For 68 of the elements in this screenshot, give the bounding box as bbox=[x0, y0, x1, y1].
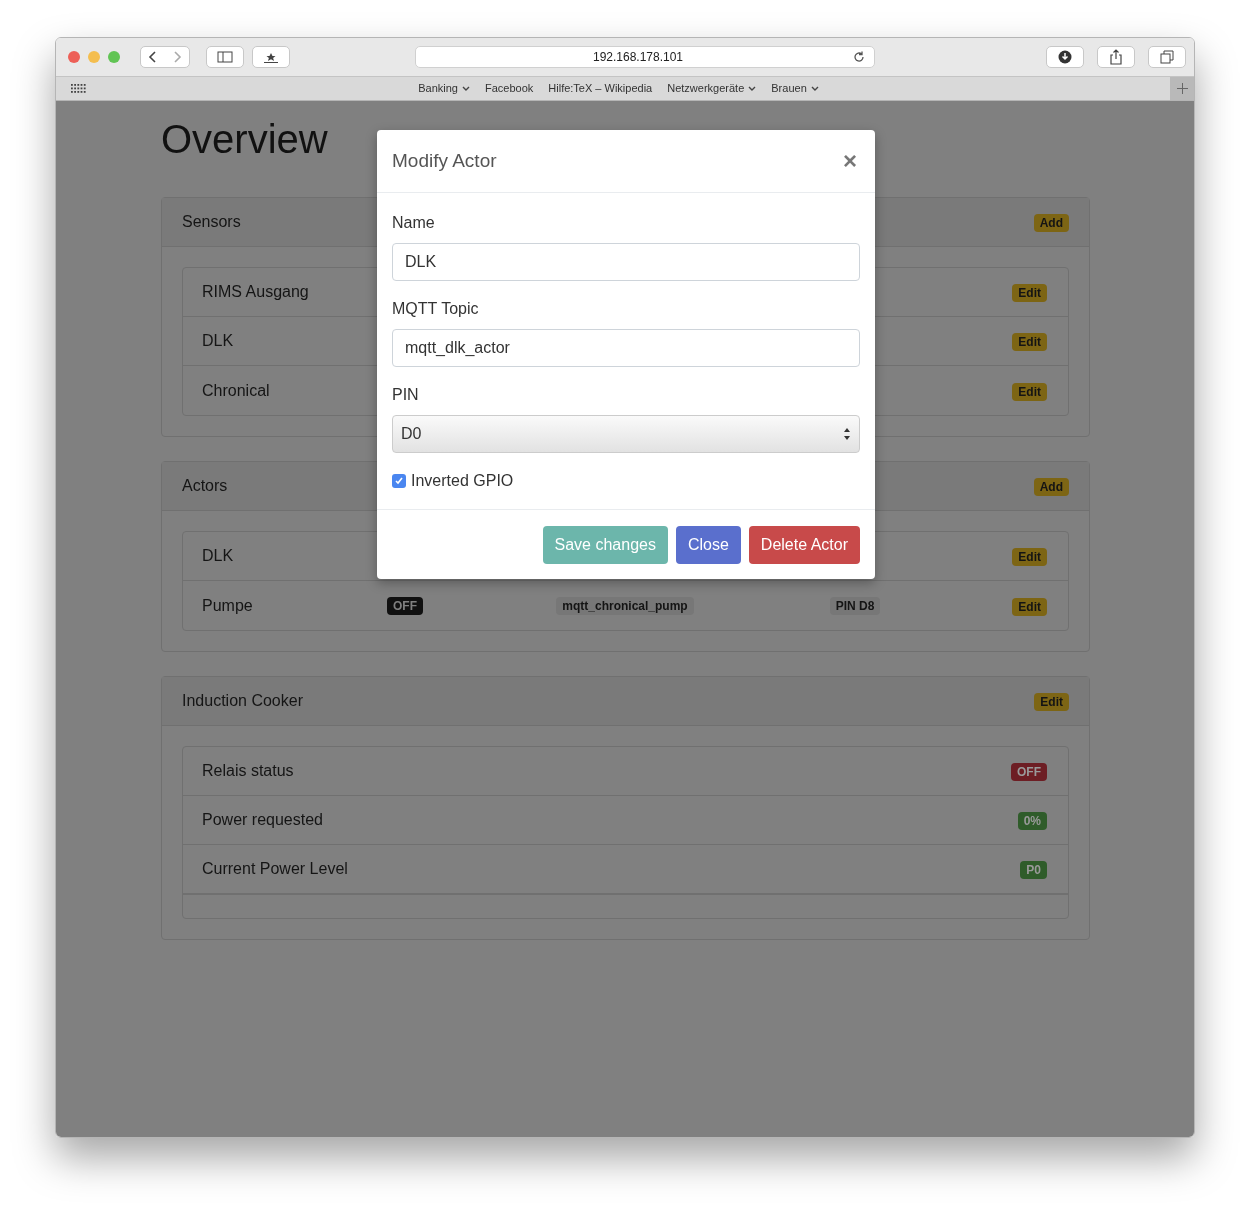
sidebar-button[interactable] bbox=[206, 46, 244, 68]
row-label: DLK bbox=[202, 546, 235, 566]
bookmark-item[interactable]: Facebook bbox=[485, 80, 534, 97]
field-label: Name bbox=[392, 213, 436, 233]
row-label: Pumpe bbox=[202, 595, 254, 616]
url-text: 192.168.178.101 bbox=[591, 49, 685, 66]
updown-icon bbox=[843, 427, 851, 441]
header-badge[interactable]: Add bbox=[1033, 478, 1069, 496]
panel-title: Sensors bbox=[182, 212, 241, 232]
status-badge: OFF bbox=[1011, 763, 1047, 781]
row-label: Current Power Level bbox=[202, 859, 349, 879]
row-label: RIMS Ausgang bbox=[202, 282, 310, 302]
zoom-window-icon[interactable] bbox=[108, 51, 120, 63]
address-bar[interactable]: 192.168.178.101 bbox=[415, 46, 875, 68]
info-badge: mqtt_chronical_pump bbox=[556, 596, 694, 615]
status-badge: P0 bbox=[1020, 861, 1047, 879]
chevron-icon bbox=[462, 85, 470, 92]
header-badge[interactable]: Edit bbox=[1034, 693, 1069, 711]
star-icon bbox=[263, 51, 279, 63]
tabs-button[interactable] bbox=[1148, 46, 1186, 68]
edit-badge[interactable]: Edit bbox=[1012, 333, 1047, 351]
page-heading: Overview bbox=[161, 116, 328, 163]
select-field[interactable]: D0 bbox=[392, 415, 860, 453]
grid-icon[interactable] bbox=[71, 83, 87, 94]
text-field[interactable]: DLK bbox=[392, 243, 860, 281]
downloads-button[interactable] bbox=[1046, 46, 1084, 68]
checkbox-option[interactable]: Inverted GPIO bbox=[392, 469, 860, 493]
chevron-icon bbox=[748, 85, 757, 92]
check-icon bbox=[394, 476, 404, 486]
back-forward-buttons[interactable] bbox=[140, 46, 190, 68]
bookmark-item[interactable]: Netzwerkgeräte bbox=[667, 80, 757, 97]
close-dialog-button[interactable]: Close bbox=[675, 525, 741, 564]
reload-icon[interactable] bbox=[852, 50, 866, 64]
plus-icon bbox=[1176, 83, 1188, 94]
delete-button[interactable]: Delete Actor bbox=[748, 525, 860, 564]
save-button[interactable]: Save changes bbox=[542, 525, 668, 564]
info-badge: PIN D8 bbox=[829, 596, 881, 615]
bookmarks-button[interactable] bbox=[252, 46, 290, 68]
header-badge[interactable]: Add bbox=[1033, 214, 1069, 232]
row-label: Power requested bbox=[202, 810, 324, 830]
row-label: Relais status bbox=[202, 761, 295, 781]
modal-title: Modify Actor bbox=[392, 148, 497, 173]
bookmark-item[interactable]: Brauen bbox=[771, 80, 819, 97]
field-label: PIN bbox=[392, 385, 420, 405]
share-button[interactable] bbox=[1097, 46, 1135, 68]
new-tab-button[interactable] bbox=[1170, 77, 1194, 100]
panel-title: Induction Cooker bbox=[182, 691, 303, 711]
checkbox[interactable] bbox=[392, 474, 406, 488]
share-icon bbox=[1109, 49, 1123, 65]
edit-badge[interactable]: Edit bbox=[1012, 548, 1047, 566]
download-icon bbox=[1058, 50, 1072, 64]
edit-badge[interactable]: Edit bbox=[1012, 597, 1047, 616]
panel-title: Actors bbox=[182, 476, 228, 496]
row-label: DLK bbox=[202, 331, 235, 351]
bookmark-item[interactable]: Banking bbox=[418, 80, 470, 97]
edit-badge[interactable]: Edit bbox=[1012, 382, 1047, 401]
tabs-icon bbox=[1160, 50, 1174, 64]
sidebar-icon bbox=[217, 51, 233, 63]
status-badge: OFF bbox=[387, 596, 423, 615]
field-label: MQTT Topic bbox=[392, 299, 480, 319]
chevron-icon bbox=[810, 85, 819, 92]
edit-badge[interactable]: Edit bbox=[1012, 284, 1047, 302]
row-label: Chronical bbox=[202, 380, 271, 401]
bookmark-item[interactable]: Hilfe:TeX – Wikipedia bbox=[548, 80, 653, 97]
close-button[interactable]: × bbox=[843, 149, 860, 173]
close-window-icon[interactable] bbox=[68, 51, 80, 63]
text-field[interactable]: mqtt_dlk_actor bbox=[392, 329, 860, 367]
status-badge: 0% bbox=[1017, 812, 1047, 830]
